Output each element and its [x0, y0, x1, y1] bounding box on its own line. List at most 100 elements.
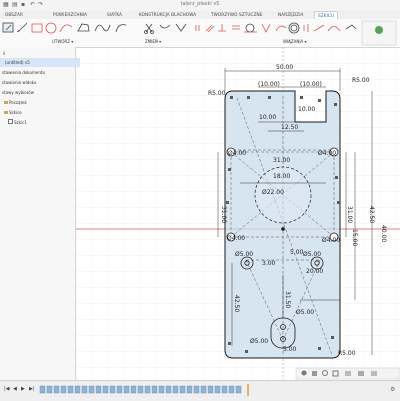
dim-phi4-tr[interactable]: Ø4.00	[318, 150, 336, 157]
dim-phi5-right[interactable]: Ø5.00	[303, 251, 321, 258]
browser-item-view-settings[interactable]: stawienia widoku	[0, 78, 77, 87]
curvature-icon[interactable]	[327, 26, 341, 32]
group-create-label[interactable]: UTWÓRZ ▾	[52, 39, 73, 44]
dim-phi5-b1[interactable]: Ø5.00	[296, 309, 314, 316]
dim-r5-br[interactable]: R5.00	[338, 350, 356, 357]
slot-icon[interactable]	[115, 24, 127, 33]
finish-sketch-button[interactable]	[361, 20, 397, 46]
dim-40-vert[interactable]: 40.00	[380, 225, 387, 242]
dim-top-10a[interactable]: (10.00)	[258, 81, 280, 88]
browser-header: ś	[0, 49, 78, 58]
ribbon-toolbar: UTWÓRZ ▾ ZMIEŃ ▾ WIĄZANIA ▾	[0, 19, 400, 48]
dim-slot-10[interactable]: 10.00	[259, 114, 276, 121]
dim-5-bottom[interactable]: 5.00	[283, 346, 297, 353]
browser-item-document-settings-label: stawienia dokumentu	[2, 70, 46, 75]
symmetric-icon[interactable]	[303, 24, 309, 32]
browser-item-view-settings-label: stawienia widoku	[2, 80, 37, 85]
offset-icon[interactable]	[159, 24, 171, 29]
browser-item-sketches[interactable]: Szkice	[0, 108, 79, 117]
dim-3[interactable]: 3.00	[262, 260, 276, 267]
timeline-prev-icon[interactable]: ◀	[13, 386, 17, 392]
tangent-icon[interactable]	[244, 23, 257, 33]
dim-4250-bottom[interactable]: 42.50	[233, 295, 240, 312]
browser-item-document[interactable]: (untitled) v5	[0, 58, 80, 67]
equal-icon[interactable]	[232, 25, 240, 30]
dim-r5-tr[interactable]: R5.00	[352, 77, 370, 84]
tab-powierzchnia[interactable]: POWIERZCHNIA	[53, 12, 87, 17]
settings-gear-icon[interactable]: ⚙	[390, 386, 395, 393]
browser-item-document-label: (untitled) v5	[5, 60, 30, 65]
sketch-icon	[8, 119, 13, 124]
smooth-icon[interactable]	[345, 24, 357, 30]
spline-icon[interactable]	[94, 24, 111, 32]
coincident-icon[interactable]	[195, 25, 200, 31]
timeline-play-icon[interactable]: ▶	[21, 386, 25, 392]
tab-tworzywo-sztuczne[interactable]: TWORZYWO SZTUCZNE	[211, 12, 263, 17]
fillet-icon[interactable]	[175, 23, 187, 32]
dim-r5-top[interactable]: R5.00	[208, 90, 226, 97]
tab-obszar[interactable]: OBSZAR	[5, 12, 23, 17]
browser-item-document-settings[interactable]: stawienia dokumentu	[0, 68, 77, 77]
tab-siatka[interactable]: SIATKA	[107, 12, 122, 17]
dim-4250[interactable]: 42.50	[368, 206, 375, 223]
browser-item-sketch1[interactable]: Szkic1	[0, 118, 83, 127]
dim-31-right[interactable]: 31.00	[346, 206, 353, 223]
timeline-features[interactable]	[38, 384, 288, 396]
dim-18[interactable]: 18.00	[273, 173, 290, 180]
display-icon	[345, 371, 351, 376]
browser-item-sketch1-label: Szkic1	[14, 120, 27, 125]
timeline: |◀ ◀ ▶ ▶| ⚙	[0, 380, 400, 401]
timeline-end-icon[interactable]: ▶|	[29, 386, 35, 392]
tab-narzedzia[interactable]: NARZĘDZIA	[278, 12, 304, 17]
pan-icon	[312, 371, 317, 376]
dim-20[interactable]: 20.00	[306, 268, 323, 275]
browser-panel: ś (untitled) v5 stawienia dokumentu staw…	[0, 47, 80, 380]
polygon-icon[interactable]	[77, 23, 90, 32]
timeline-start-icon[interactable]: |◀	[4, 386, 10, 392]
browser-item-origin-label: Początek	[9, 100, 27, 105]
concentric-icon[interactable]	[288, 22, 300, 34]
dim-overall-width[interactable]: 50.00	[276, 64, 293, 71]
group-constraints-label[interactable]: WIĄZANIA ▾	[283, 39, 307, 44]
dim-15[interactable]: 15.00	[351, 229, 358, 246]
origin-point	[281, 227, 285, 231]
trim-icon[interactable]	[144, 23, 154, 34]
group-modify-label[interactable]: ZMIEŃ ▾	[145, 39, 161, 44]
fix-icon[interactable]	[261, 23, 271, 33]
dim-phi5-left[interactable]: Ø5.00	[235, 251, 253, 258]
window-title: talerz_płaski v5	[180, 1, 220, 7]
navigation-bar[interactable]	[295, 367, 400, 380]
browser-item-selection-sets-label: stawy wybiorów	[2, 90, 35, 95]
sketch-drawing[interactable]: 50.00 (10.00) (10.00) 10.00 10.00 12.50 …	[76, 47, 400, 380]
folder-icon	[4, 111, 8, 114]
dim-phi4-tl[interactable]: Ø4.00	[228, 150, 246, 157]
perpendicular-icon[interactable]	[218, 24, 226, 32]
sketch-canvas[interactable]: 50.00 (10.00) (10.00) 10.00 10.00 12.50 …	[76, 47, 400, 380]
viewports-icon	[371, 371, 377, 376]
browser-item-origin[interactable]: Początek	[0, 98, 79, 107]
dim-phi4-bl[interactable]: Ø4.00	[227, 235, 245, 242]
rectangle-icon[interactable]	[31, 23, 43, 33]
dim-5[interactable]: 5.00	[290, 249, 304, 256]
line-icon[interactable]	[16, 22, 28, 33]
midpoint-icon[interactable]	[275, 25, 287, 32]
dim-phi22[interactable]: Ø22.00	[262, 189, 284, 196]
grid-icon	[358, 371, 364, 376]
sketch-icon[interactable]	[2, 22, 14, 33]
dim-slot-1250[interactable]: 12.50	[281, 124, 298, 131]
circle-icon[interactable]	[45, 22, 57, 34]
dim-phi4-br[interactable]: Ø4.00	[322, 237, 340, 244]
arc-icon[interactable]	[59, 24, 73, 33]
collinear-icon[interactable]	[313, 24, 325, 32]
browser-header-label: ś	[3, 51, 6, 56]
parallel-icon[interactable]	[205, 24, 215, 33]
dim-31-top[interactable]: 31.00	[273, 157, 290, 164]
dim-3150[interactable]: 31.50	[284, 291, 291, 308]
dim-31-left[interactable]: 31.00	[220, 206, 227, 223]
browser-item-sketches-label: Szkice	[9, 110, 22, 115]
dim-top-10b[interactable]: (10.00)	[300, 81, 322, 88]
dim-slot-10b[interactable]: 10.00	[298, 106, 315, 113]
dim-phi5-b2[interactable]: Ø5.00	[250, 338, 268, 345]
browser-item-selection-sets[interactable]: stawy wybiorów	[0, 88, 77, 97]
tab-konstrukcja-blachowa[interactable]: KONSTRUKCJA BLACHOWA	[139, 12, 196, 17]
